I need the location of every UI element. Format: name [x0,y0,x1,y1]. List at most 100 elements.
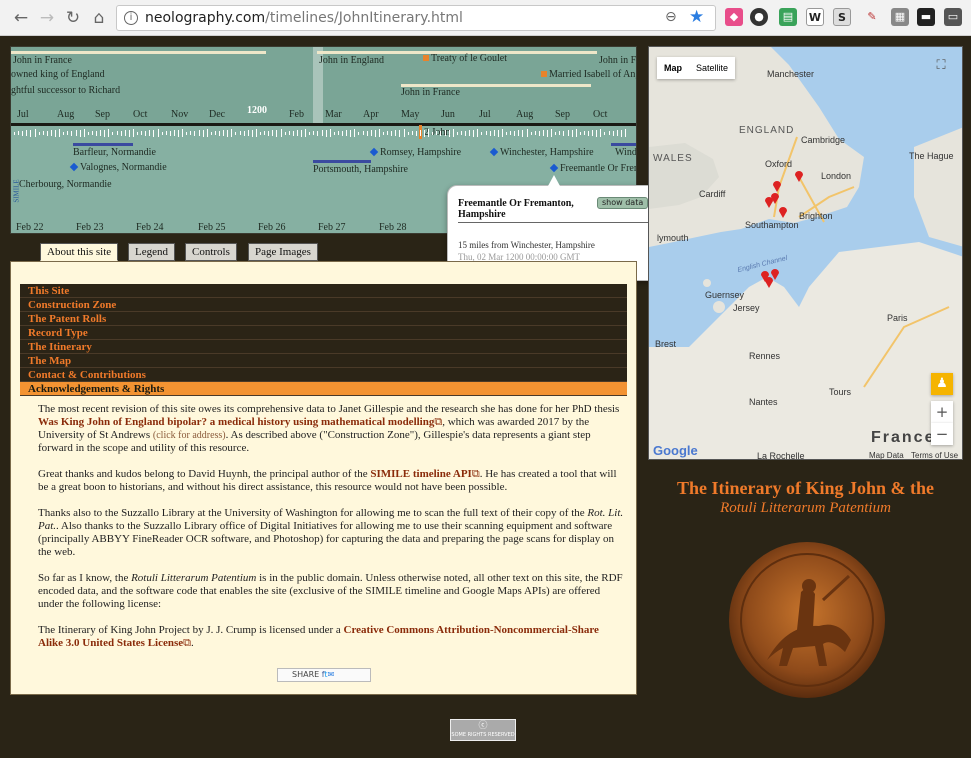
timeline-event[interactable]: ghtful successor to Richard [11,85,120,96]
pegman-icon[interactable]: ♟ [931,373,953,395]
month-label: Jun [441,109,455,120]
day-label: Feb 28 [379,222,407,233]
map-marker[interactable] [773,181,781,192]
s-icon[interactable]: S [833,8,851,26]
overview-tick [518,130,520,136]
back-icon[interactable]: ← [10,7,32,29]
extension-icon[interactable]: ▦ [891,8,909,26]
timeline-event[interactable]: Cherbourg, Normandie [19,179,112,190]
overview-tick [50,130,52,136]
overview-tick [432,131,434,135]
map-type-map[interactable]: Map [657,57,689,79]
map-place: Manchester [767,69,815,79]
timeline-event[interactable]: Romsey, Hampshire [369,147,461,158]
timeline-event[interactable]: Freemantle Or Frem [549,163,636,174]
timeline-event[interactable]: owned king of England [11,69,105,80]
menu-item-itinerary[interactable]: The Itinerary [20,340,627,354]
w-icon[interactable]: W [806,8,824,26]
show-data-button[interactable]: show data [597,197,649,209]
overview-tick [481,131,483,135]
timeline-event[interactable]: John in France [401,87,460,98]
address-bar[interactable]: i neolography.com/timelines/JohnItinerar… [116,5,716,31]
timeline-event[interactable]: Portsmouth, Hampshire [313,164,408,175]
overview-tick [600,129,602,137]
overview-tick [559,131,561,135]
map-type-toggle[interactable]: Map Satellite [657,57,736,79]
fullscreen-icon[interactable]: ⛶ [930,55,952,77]
bookmark-star-icon[interactable]: ★ [689,7,704,27]
month-label: Feb [289,109,304,120]
home-icon[interactable]: ⌂ [88,7,110,29]
zoom-out-button[interactable]: − [931,423,953,445]
cube-icon[interactable]: ◆ [725,8,743,26]
user-secret-icon[interactable]: ● [750,8,768,26]
overview-tick [141,131,143,135]
tab-about[interactable]: About this site [40,243,119,261]
menu-item-construction-zone[interactable]: Construction Zone [20,298,627,312]
overview-tick [157,129,159,137]
overview-tick [63,131,65,135]
timeline-event[interactable]: Winchester, Hampshire [489,147,594,158]
menu-item-patent-rolls[interactable]: The Patent Rolls [20,312,627,326]
timeline-event[interactable]: John in France [13,55,72,66]
screen-icon[interactable]: ▬ [917,8,935,26]
window-icon[interactable]: ▭ [944,8,962,26]
zoom-in-button[interactable]: + [931,401,953,423]
overview-tick [59,129,61,137]
overview-tick [26,130,28,136]
address-link[interactable]: (click for address) [153,430,226,441]
terms-link[interactable]: Terms of Use [911,451,958,459]
timeline-event[interactable]: Treaty of le Goulet [423,53,507,64]
overview-tick [419,130,421,136]
overview-tick [276,129,278,137]
timeline-event[interactable]: Valognes, Normandie [69,162,167,173]
overview-tick [469,130,471,136]
clipboard-icon[interactable]: ▤ [779,8,797,26]
month-label: Sep [555,109,570,120]
menu-item-record-type[interactable]: Record Type [20,326,627,340]
overview-tick [477,129,479,137]
overview-tick [194,130,196,136]
simile-link[interactable]: SIMILE timeline API [370,468,471,480]
thesis-link[interactable]: Was King John of England bipolar? a medi… [38,416,434,428]
google-map[interactable]: Map Satellite ⛶ Manchester ENGLAND Cambri… [648,46,963,460]
info-icon[interactable]: i [124,11,138,25]
menu-item-contact[interactable]: Contact & Contributions [20,368,627,382]
map-marker[interactable] [795,171,803,182]
timeline-event[interactable]: John in England [319,55,384,66]
timeline-event[interactable]: Married Isabell of Ang [541,69,636,80]
tab-controls[interactable]: Controls [185,243,237,261]
cc-license-badge[interactable]: ⓒ SOME RIGHTS RESERVED [450,719,516,741]
tab-legend[interactable]: Legend [128,243,175,261]
overview-tick [161,131,163,135]
overview-tick [219,130,220,136]
share-button[interactable]: SHARE ft✉ [277,668,371,682]
overview-tick [612,130,614,136]
tab-page-images[interactable]: Page Images [248,243,318,261]
timeline-event[interactable]: Winds [615,147,636,158]
map-place: Brighton [799,211,833,221]
overview-tick [14,131,15,135]
overview-tick [210,131,212,135]
overview-tick [137,131,138,135]
map-marker[interactable] [765,197,773,208]
zoom-icon[interactable]: ⊖ [665,9,677,25]
menu-item-acknowledgements[interactable]: Acknowledgements & Rights [20,382,627,396]
forward-icon[interactable]: → [36,7,58,29]
menu-item-map[interactable]: The Map [20,354,627,368]
overview-tick [579,131,581,135]
map-marker[interactable] [779,207,787,218]
menu-item-this-site[interactable]: This Site [20,284,627,298]
map-marker[interactable] [765,277,773,288]
reload-icon[interactable]: ↻ [62,7,84,29]
overview-tick [436,131,438,135]
evernote-icon[interactable]: ✎ [863,8,881,26]
timeline-event[interactable]: John in France [599,55,636,66]
overview-tick [407,131,409,135]
map-type-satellite[interactable]: Satellite [689,57,735,79]
overview-tick [42,131,44,135]
overview-tick [34,129,36,137]
overview-tick [563,130,565,136]
map-data-label: Map Data [869,451,904,460]
timeline-event[interactable]: Barfleur, Normandie [73,147,156,158]
